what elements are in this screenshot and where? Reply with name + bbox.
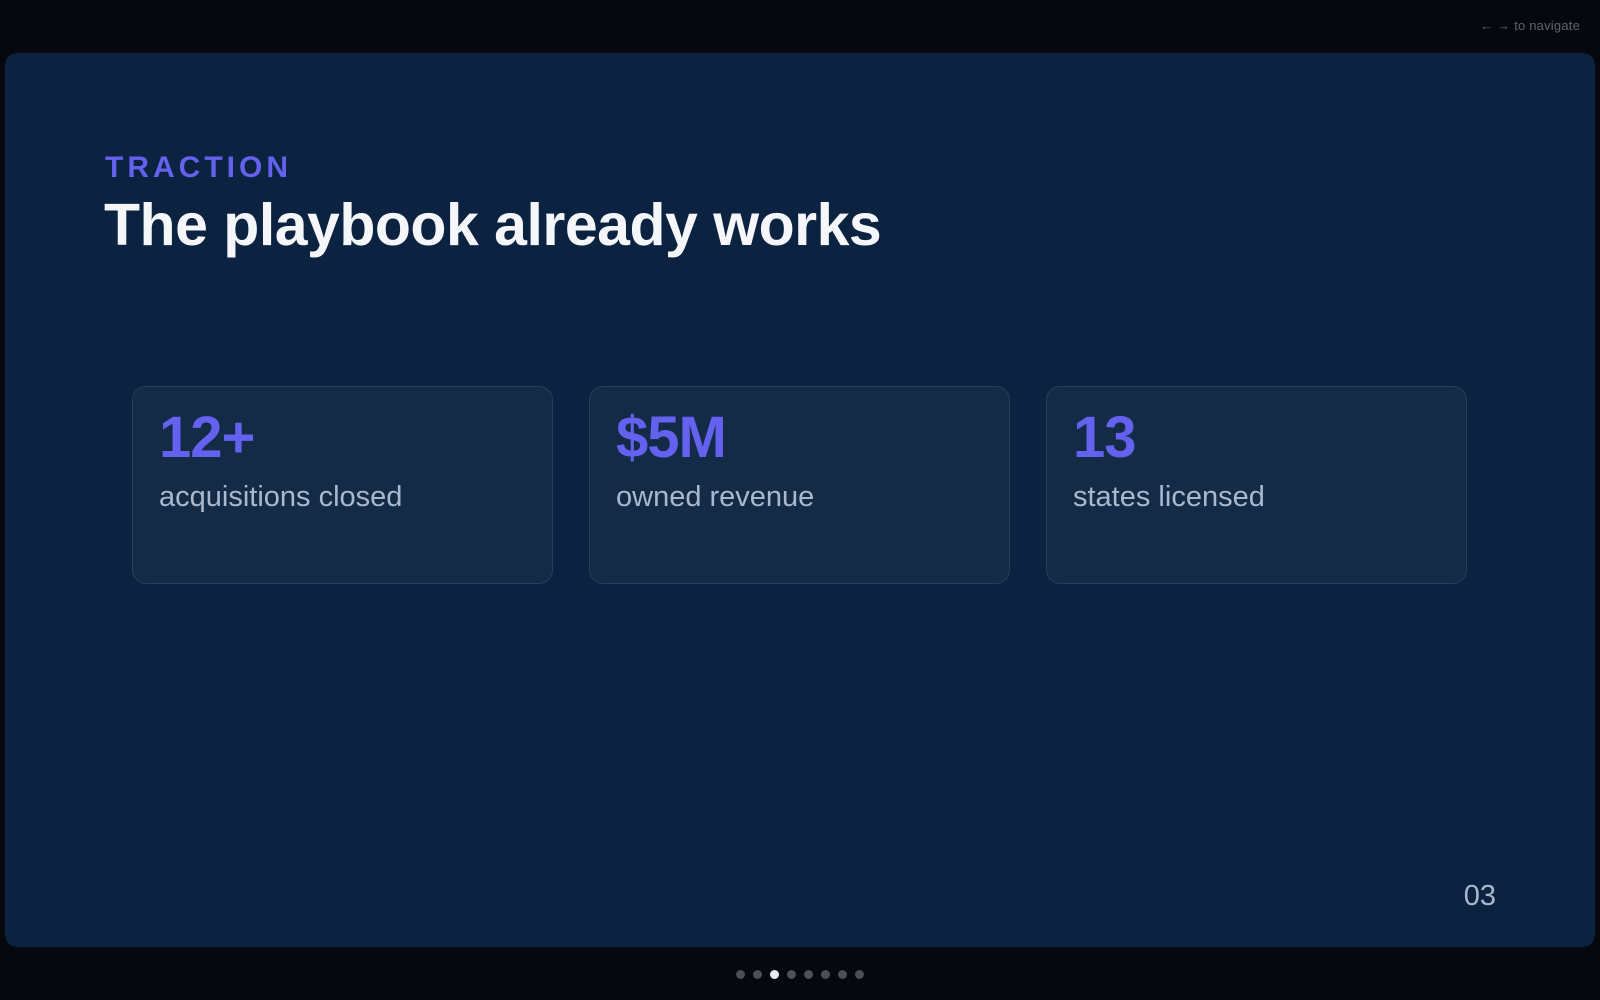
presentation-viewer: ← → to navigate TRACTION The playbook al… [0,0,1600,1000]
pagination-dot-2[interactable] [753,970,762,979]
pagination-dot-3[interactable] [770,970,779,979]
pagination-dot-6[interactable] [821,970,830,979]
slide-pagination-dots [0,970,1600,979]
pagination-dot-4[interactable] [787,970,796,979]
stat-label: owned revenue [616,481,815,513]
navigation-hint: ← → to navigate [1480,18,1580,33]
stat-value: 12+ [159,405,255,470]
slide: TRACTION The playbook already works 12+ … [5,53,1595,947]
stat-card-states: 13 states licensed [1046,386,1467,584]
stat-label: states licensed [1073,481,1265,513]
stat-value: $5M [616,405,727,470]
stat-value: 13 [1073,405,1137,470]
slide-page-number: 03 [1463,880,1496,912]
stat-card-revenue: $5M owned revenue [589,386,1010,584]
pagination-dot-5[interactable] [804,970,813,979]
slide-title: The playbook already works [104,192,882,258]
pagination-dot-1[interactable] [736,970,745,979]
pagination-dot-8[interactable] [855,970,864,979]
stat-cards: 12+ acquisitions closed $5M owned revenu… [132,386,1467,584]
slide-eyebrow: TRACTION [105,151,292,184]
stat-label: acquisitions closed [159,481,403,513]
pagination-dot-7[interactable] [838,970,847,979]
stat-card-acquisitions: 12+ acquisitions closed [132,386,553,584]
